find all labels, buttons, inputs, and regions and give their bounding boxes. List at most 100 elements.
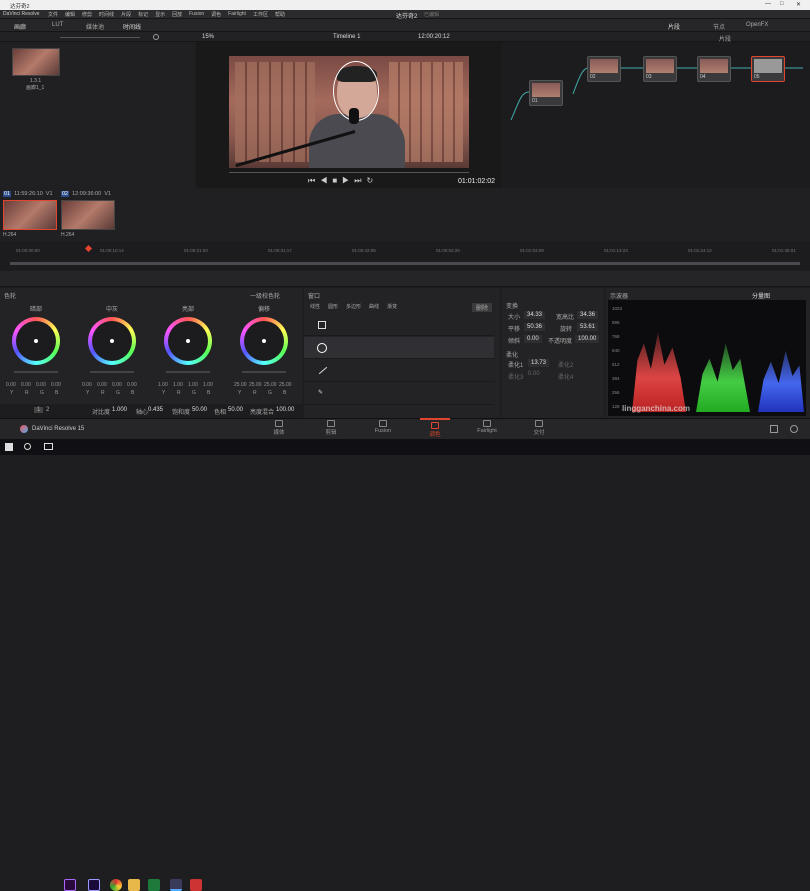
wheels-mode-dropdown[interactable]: 一级校色轮 (250, 291, 280, 300)
minimize-button[interactable]: — (765, 1, 771, 7)
window-tool[interactable]: 多边形 (346, 303, 361, 310)
explorer-icon[interactable] (128, 879, 140, 891)
pivot-value[interactable]: 0.435 (148, 407, 163, 413)
color-wheel[interactable] (164, 317, 212, 365)
menu-item[interactable]: 显示 (155, 11, 165, 18)
hue-value[interactable]: 50.00 (228, 407, 243, 413)
master-wheel-slider[interactable] (14, 371, 58, 373)
master-wheel-slider[interactable] (242, 371, 286, 373)
wheel-value[interactable]: 25.00 (249, 382, 262, 388)
gallery-slider[interactable] (60, 37, 140, 38)
red-app-icon[interactable] (190, 879, 202, 891)
search-icon[interactable] (153, 34, 159, 40)
taskview-icon[interactable] (44, 443, 53, 450)
windows-start-icon[interactable] (5, 443, 13, 451)
color-wheel[interactable] (12, 317, 60, 365)
lut-button[interactable]: LUT (52, 22, 63, 28)
transport-controls[interactable]: ⏮◀■▶⏭↻ (308, 176, 378, 186)
wheel-value[interactable]: 1.00 (203, 382, 213, 388)
master-wheel-slider[interactable] (166, 371, 210, 373)
wheel-value[interactable]: 0.00 (112, 382, 122, 388)
zoom-dropdown[interactable]: 15% (202, 34, 214, 40)
wheel-value[interactable]: 0.00 (82, 382, 92, 388)
menu-item[interactable]: Fusion (189, 11, 204, 18)
wheel-value[interactable]: 0.00 (127, 382, 137, 388)
page-1-button[interactable]: 1 (34, 407, 44, 413)
color-wheel[interactable] (240, 317, 288, 365)
tilt-value[interactable]: 0.00 (524, 335, 542, 343)
window-tool[interactable]: 圆形 (328, 303, 338, 310)
menu-item[interactable]: 工作区 (253, 11, 268, 18)
taskbar-search-icon[interactable] (24, 443, 31, 450)
scope-mode-dropdown[interactable]: 分量图 (752, 291, 770, 300)
wheel-value[interactable]: 0.00 (36, 382, 46, 388)
wheel-handle[interactable] (34, 339, 38, 343)
wheel-handle[interactable] (186, 339, 190, 343)
master-wheel-slider[interactable] (90, 371, 134, 373)
wheel-value[interactable]: 1.00 (158, 382, 168, 388)
page-tab[interactable]: 调色 (420, 418, 450, 440)
clips-dropdown[interactable]: 片段 (668, 22, 680, 31)
saturation-value[interactable]: 50.00 (192, 407, 207, 413)
wheel-value[interactable]: 25.00 (264, 382, 277, 388)
opacity-value[interactable]: 100.00 (575, 335, 600, 343)
menu-item[interactable]: 片段 (121, 11, 131, 18)
timeline-track[interactable] (10, 262, 800, 265)
wheel-value[interactable]: 1.00 (173, 382, 183, 388)
window-tool[interactable]: 曲线 (369, 303, 379, 310)
gallery-button[interactable]: 画廊 (14, 22, 26, 31)
menu-app[interactable]: DaVinci Resolve (3, 11, 40, 17)
menu-item[interactable]: 标记 (138, 11, 148, 18)
menu-item[interactable]: 文件 (48, 11, 58, 18)
pan-value[interactable]: 50.36 (524, 323, 546, 331)
openfx-button[interactable]: OpenFX (746, 22, 768, 28)
menu-item[interactable]: 回放 (172, 11, 182, 18)
home-icon[interactable] (770, 425, 778, 433)
window-circle-row[interactable] (304, 337, 494, 359)
window-pen-row[interactable]: ✎ (304, 383, 494, 405)
page-2-button[interactable]: 2 (46, 407, 49, 413)
lum-mix-value[interactable]: 100.00 (276, 407, 294, 413)
wheel-value[interactable]: 0.00 (6, 382, 16, 388)
close-button[interactable]: ✕ (796, 1, 801, 8)
aftereffects-icon[interactable] (88, 879, 100, 891)
page-tab[interactable]: 交付 (524, 418, 554, 440)
window-line-row[interactable] (304, 360, 494, 382)
window-tool[interactable]: 线性 (310, 303, 320, 310)
menu-item[interactable]: 时间线 (99, 11, 114, 18)
size-value[interactable]: 34.33 (524, 311, 546, 319)
media-pool-button[interactable]: 媒体池 (86, 22, 104, 31)
menu-item[interactable]: 编辑 (65, 11, 75, 18)
aspect-value[interactable]: 34.36 (577, 311, 599, 319)
soft3-value[interactable]: 0.00 (528, 371, 540, 377)
wheel-value[interactable]: 0.00 (21, 382, 31, 388)
page-tab[interactable]: 剪辑 (316, 418, 346, 440)
menu-item[interactable]: 修剪 (82, 11, 92, 18)
contrast-value[interactable]: 1.000 (112, 407, 127, 413)
wheel-value[interactable]: 1.00 (188, 382, 198, 388)
wheel-value[interactable]: 0.00 (51, 382, 61, 388)
soft1-value[interactable]: 13.73 (528, 359, 550, 367)
page-tab[interactable]: Fusion (368, 418, 398, 440)
excel-icon[interactable] (148, 879, 160, 891)
window-square-row[interactable] (304, 314, 494, 336)
davinci-taskbar-icon[interactable] (170, 879, 182, 891)
chrome-icon[interactable] (110, 879, 122, 891)
maximize-button[interactable]: □ (780, 1, 784, 7)
clip-thumbnail[interactable] (61, 200, 115, 230)
gallery-still[interactable] (12, 48, 60, 76)
wheel-value[interactable]: 0.00 (97, 382, 107, 388)
playhead[interactable] (84, 244, 93, 253)
viewer-scrubber[interactable] (229, 172, 469, 173)
wheel-value[interactable]: 25.00 (234, 382, 247, 388)
page-tab[interactable]: Fairlight (472, 418, 502, 440)
menu-item[interactable]: Fairlight (228, 11, 246, 18)
wheel-value[interactable]: 25.00 (279, 382, 292, 388)
menu-item[interactable]: 调色 (211, 11, 221, 18)
timeline-dropdown[interactable]: Timeline 1 (333, 34, 360, 40)
settings-icon[interactable] (790, 425, 798, 433)
timeline-button[interactable]: 时间线 (123, 22, 141, 31)
window-reset-button[interactable]: 删除 (472, 303, 493, 312)
rotate-value[interactable]: 53.61 (577, 323, 599, 331)
wheel-handle[interactable] (110, 339, 114, 343)
